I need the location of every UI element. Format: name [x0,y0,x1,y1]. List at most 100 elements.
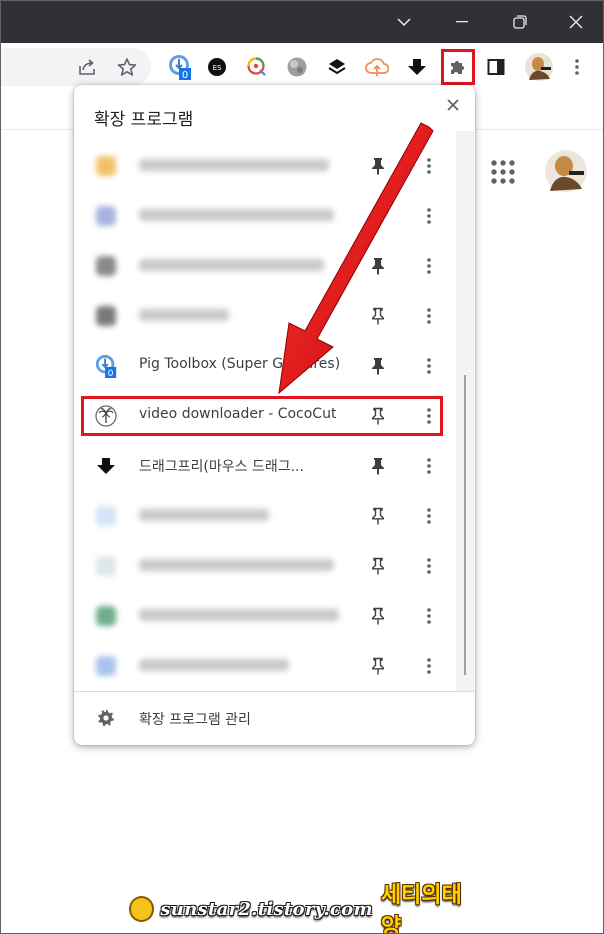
es-extension-button[interactable]: ES [203,53,231,81]
profile-avatar-button[interactable] [523,51,555,83]
extensions-button-highlight [441,49,475,85]
side-panel-icon [487,59,505,75]
restore-icon [513,15,527,29]
cloud-extension-icon [365,58,389,76]
pin-button[interactable] [368,206,388,226]
q-extension-button[interactable] [243,53,271,81]
q-extension-icon [247,57,266,76]
close-window-button[interactable] [547,1,603,43]
more-vertical-icon [427,458,431,474]
pin-outline-icon [372,657,384,675]
list-item[interactable] [74,241,462,291]
share-button[interactable] [71,51,103,83]
restore-button[interactable] [491,1,549,43]
more-actions-button[interactable] [418,205,440,227]
list-item[interactable] [74,641,462,691]
extension-icon [94,504,118,528]
more-vertical-icon [427,658,431,674]
pin-button[interactable] [368,306,388,326]
manage-extensions-button[interactable]: 확장 프로그램 관리 [74,692,475,744]
more-vertical-icon [427,208,431,224]
more-vertical-icon [427,358,431,374]
pig-toolbox-extension-button[interactable]: 0 [166,53,194,81]
list-item[interactable] [74,541,462,591]
extension-icon [94,654,118,678]
pin-button[interactable] [368,506,388,526]
list-item-pig-toolbox[interactable]: 0 Pig Toolbox (Super Gestures) [74,341,462,391]
watermark: sunstar2.tistory.com 세티의태양 [129,883,479,933]
share-icon [79,59,95,75]
star-icon [117,58,137,76]
google-apps-button[interactable] [490,159,516,185]
extension-icon [94,304,118,328]
smiley-face-icon [129,896,155,922]
pig-toolbox-icon: 0 [95,354,117,379]
layers-extension-icon [328,59,346,75]
pin-button[interactable] [368,556,388,576]
more-vertical-icon [427,308,431,324]
pin-button[interactable] [368,656,388,676]
drag-free-extension-button[interactable] [403,53,431,81]
cococut-row-highlight [81,396,443,436]
pin-button[interactable] [368,356,388,376]
more-actions-button[interactable] [418,305,440,327]
gear-icon [98,710,114,727]
google-account-avatar[interactable] [544,149,588,193]
list-item[interactable] [74,291,462,341]
down-arrow-extension-icon [408,59,426,75]
pin-button[interactable] [368,456,388,476]
pin-button[interactable] [368,606,388,626]
extension-icon [94,154,118,178]
close-icon [569,15,583,29]
chevron-down-icon [397,18,411,27]
more-actions-button[interactable] [418,555,440,577]
cloud-extension-button[interactable] [363,53,391,81]
side-panel-button[interactable] [482,53,510,81]
pin-outline-icon [372,307,384,325]
extension-icon [94,254,118,278]
title-bar [1,1,603,43]
down-arrow-extension-icon [97,458,115,474]
blurred-extension-name [139,659,289,671]
more-vertical-icon [427,608,431,624]
popup-title: 확장 프로그램 [94,110,194,130]
svg-text:ES: ES [213,64,222,72]
pin-button[interactable] [368,156,388,176]
list-item-drag-free[interactable]: 드래그프리(마우스 드래그... [74,441,462,491]
avatar [545,150,587,192]
tab-search-button[interactable] [375,1,433,43]
more-actions-button[interactable] [418,255,440,277]
list-item[interactable] [74,141,462,191]
badge-count: 0 [108,368,114,379]
layers-extension-button[interactable] [323,53,351,81]
popup-close-button[interactable] [441,93,465,117]
pin-filled-icon [372,158,384,175]
more-actions-button[interactable] [418,605,440,627]
minimize-button[interactable] [433,1,491,43]
more-actions-button[interactable] [418,455,440,477]
more-vertical-icon [427,558,431,574]
blurred-extension-name [139,559,334,571]
watermark-text: sunstar2.tistory.com [160,898,373,920]
blurred-extension-name [139,609,339,621]
more-actions-button[interactable] [418,155,440,177]
minimize-icon [456,21,468,23]
close-icon [447,99,459,111]
blurred-extension-name [139,259,324,271]
more-actions-button[interactable] [418,655,440,677]
more-actions-button[interactable] [418,355,440,377]
more-actions-button[interactable] [418,505,440,527]
extension-icon [94,454,118,478]
bookmark-star-button[interactable] [111,51,143,83]
globe-extension-button[interactable] [283,53,311,81]
list-item[interactable] [74,191,462,241]
chrome-menu-button[interactable] [563,53,591,81]
more-vertical-icon [427,258,431,274]
list-item[interactable] [74,591,462,641]
badge-count: 0 [182,70,188,81]
pin-button[interactable] [368,256,388,276]
globe-extension-icon [287,57,307,77]
pin-filled-icon [372,458,384,475]
extension-icon [94,204,118,228]
list-item[interactable] [74,491,462,541]
